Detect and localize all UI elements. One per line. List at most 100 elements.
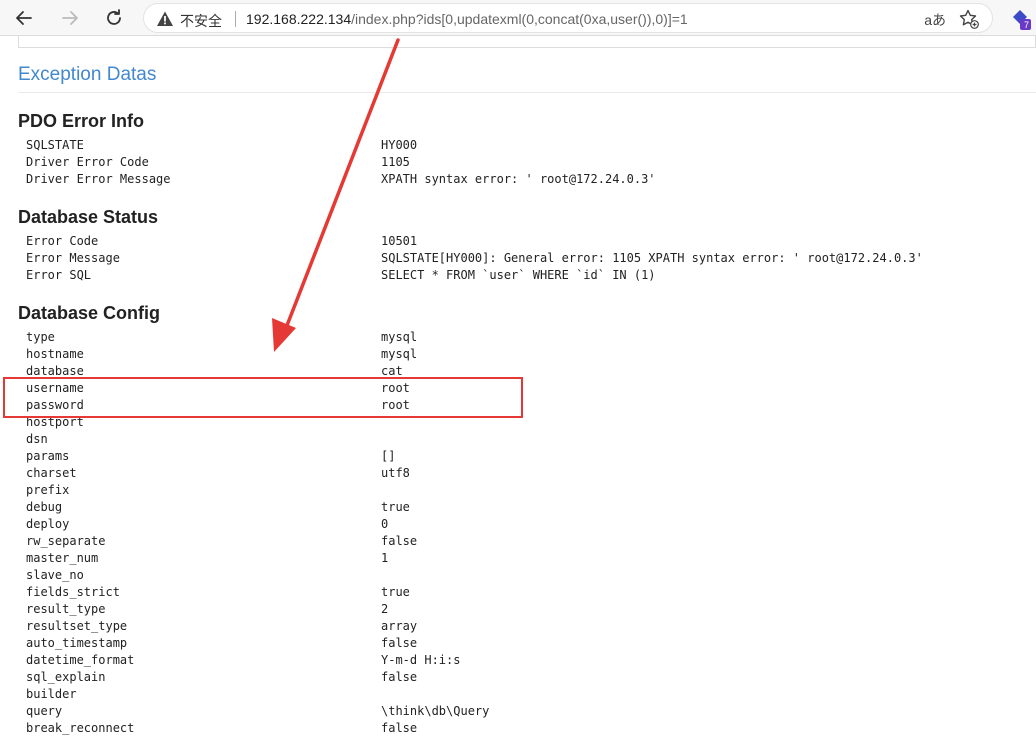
row-value: \think\db\Query	[381, 704, 490, 718]
refresh-icon	[107, 9, 121, 25]
row-key: slave_no	[26, 568, 84, 582]
table-row: password root	[26, 397, 1026, 414]
url-host: 192.168.222.134	[246, 11, 352, 27]
previous-panel	[18, 36, 1036, 48]
table-row: dsn	[26, 431, 1026, 448]
table-row: builder	[26, 686, 1026, 703]
row-key: Error SQL	[26, 268, 92, 282]
row-key: result_type	[26, 602, 106, 616]
row-key: master_num	[26, 551, 99, 565]
row-value: false	[381, 636, 418, 650]
row-key: password	[26, 398, 84, 412]
warning-icon[interactable]	[156, 10, 174, 28]
extension-icon	[1013, 10, 1031, 30]
row-value: false	[381, 534, 418, 548]
table-row: Error Code 10501	[26, 233, 1026, 250]
row-key: prefix	[26, 483, 70, 497]
database-status-title: Database Status	[18, 207, 159, 227]
row-key: datetime_format	[26, 653, 135, 667]
row-value: HY000	[381, 138, 418, 152]
row-key: rw_separate	[26, 534, 106, 548]
table-row: fields_strict true	[26, 584, 1026, 601]
table-row: master_num 1	[26, 550, 1026, 567]
row-key: type	[26, 330, 55, 344]
read-aloud-icon[interactable]: aあ	[924, 10, 946, 30]
back-button[interactable]	[12, 6, 36, 30]
row-value: 0	[381, 517, 389, 531]
row-key: charset	[26, 466, 77, 480]
row-key: builder	[26, 687, 77, 701]
browser-toolbar: 不安全 192.168.222.134/index.php?ids[0,upda…	[0, 0, 1036, 36]
table-row: Driver Error Message XPATH syntax error: …	[26, 171, 1026, 188]
table-row: rw_separate false	[26, 533, 1026, 550]
row-key: resultset_type	[26, 619, 128, 633]
row-value: mysql	[381, 347, 418, 361]
row-key: SQLSTATE	[26, 138, 84, 152]
row-value: XPATH syntax error: ' root@172.24.0.3'	[381, 172, 656, 186]
row-value: true	[381, 500, 410, 514]
table-row: hostport	[26, 414, 1026, 431]
row-key: query	[26, 704, 63, 718]
row-value: SQLSTATE[HY000]: General error: 1105 XPA…	[381, 251, 923, 265]
row-key: fields_strict	[26, 585, 120, 599]
table-row: charset utf8	[26, 465, 1026, 482]
forward-button[interactable]	[58, 6, 82, 30]
row-key: Driver Error Message	[26, 172, 171, 186]
extension-button[interactable]: 7	[1007, 6, 1033, 32]
arrow-left-icon	[16, 11, 32, 25]
database-config-title: Database Config	[18, 303, 161, 323]
table-row: debug true	[26, 499, 1026, 516]
table-row: Error SQL SELECT * FROM `user` WHERE `id`…	[26, 267, 1026, 284]
row-value: cat	[381, 364, 403, 378]
table-row: Error Message SQLSTATE[HY000]: General er…	[26, 250, 1026, 267]
table-row: Driver Error Code 1105	[26, 154, 1026, 171]
row-value: 1105	[381, 155, 410, 169]
row-value: []	[381, 449, 396, 463]
table-row: datetime_format Y-m-d H:i:s	[26, 652, 1026, 669]
table-row: auto_timestamp false	[26, 635, 1026, 652]
table-row: prefix	[26, 482, 1026, 499]
address-separator	[235, 11, 236, 27]
exception-title: Exception Datas	[18, 64, 157, 85]
row-key: sql_explain	[26, 670, 106, 684]
database-config-table: type mysql hostname mysql database cat user…	[26, 329, 1026, 737]
row-key: deploy	[26, 517, 70, 531]
row-value: 10501	[381, 234, 418, 248]
table-row: deploy 0	[26, 516, 1026, 533]
address-bar[interactable]: 不安全 192.168.222.134/index.php?ids[0,upda…	[143, 3, 993, 33]
table-row: slave_no	[26, 567, 1026, 584]
table-row: params []	[26, 448, 1026, 465]
row-key: hostport	[26, 415, 84, 429]
row-key: auto_timestamp	[26, 636, 128, 650]
row-key: username	[26, 381, 84, 395]
row-value: array	[381, 619, 418, 633]
row-key: debug	[26, 500, 63, 514]
table-row: hostname mysql	[26, 346, 1026, 363]
exception-divider	[18, 92, 1036, 93]
arrow-right-icon	[62, 11, 78, 25]
row-value: utf8	[381, 466, 410, 480]
table-row: type mysql	[26, 329, 1026, 346]
table-row: SQLSTATE HY000	[26, 137, 1026, 154]
row-key: dsn	[26, 432, 48, 446]
table-row: username root	[26, 380, 1026, 397]
refresh-button[interactable]	[102, 6, 126, 30]
favorite-star-icon[interactable]	[958, 8, 980, 30]
row-key: hostname	[26, 347, 84, 361]
insecure-label[interactable]: 不安全	[180, 11, 222, 31]
row-value: 2	[381, 602, 389, 616]
row-value: root	[381, 381, 410, 395]
url-path: /index.php?ids[0,updatexml(0,concat(0xa,…	[351, 11, 688, 27]
row-key: break_reconnect	[26, 721, 135, 735]
row-value: false	[381, 670, 418, 684]
row-value: SELECT * FROM `user` WHERE `id` IN (1)	[381, 268, 656, 282]
pdo-error-title: PDO Error Info	[18, 111, 145, 131]
url-text[interactable]: 192.168.222.134/index.php?ids[0,updatexm…	[246, 11, 688, 27]
row-key: Error Message	[26, 251, 120, 265]
row-value: false	[381, 721, 418, 735]
row-key: database	[26, 364, 84, 378]
row-key: Driver Error Code	[26, 155, 149, 169]
row-value: Y-m-d H:i:s	[381, 653, 461, 667]
row-value: mysql	[381, 330, 418, 344]
row-key: Error Code	[26, 234, 99, 248]
